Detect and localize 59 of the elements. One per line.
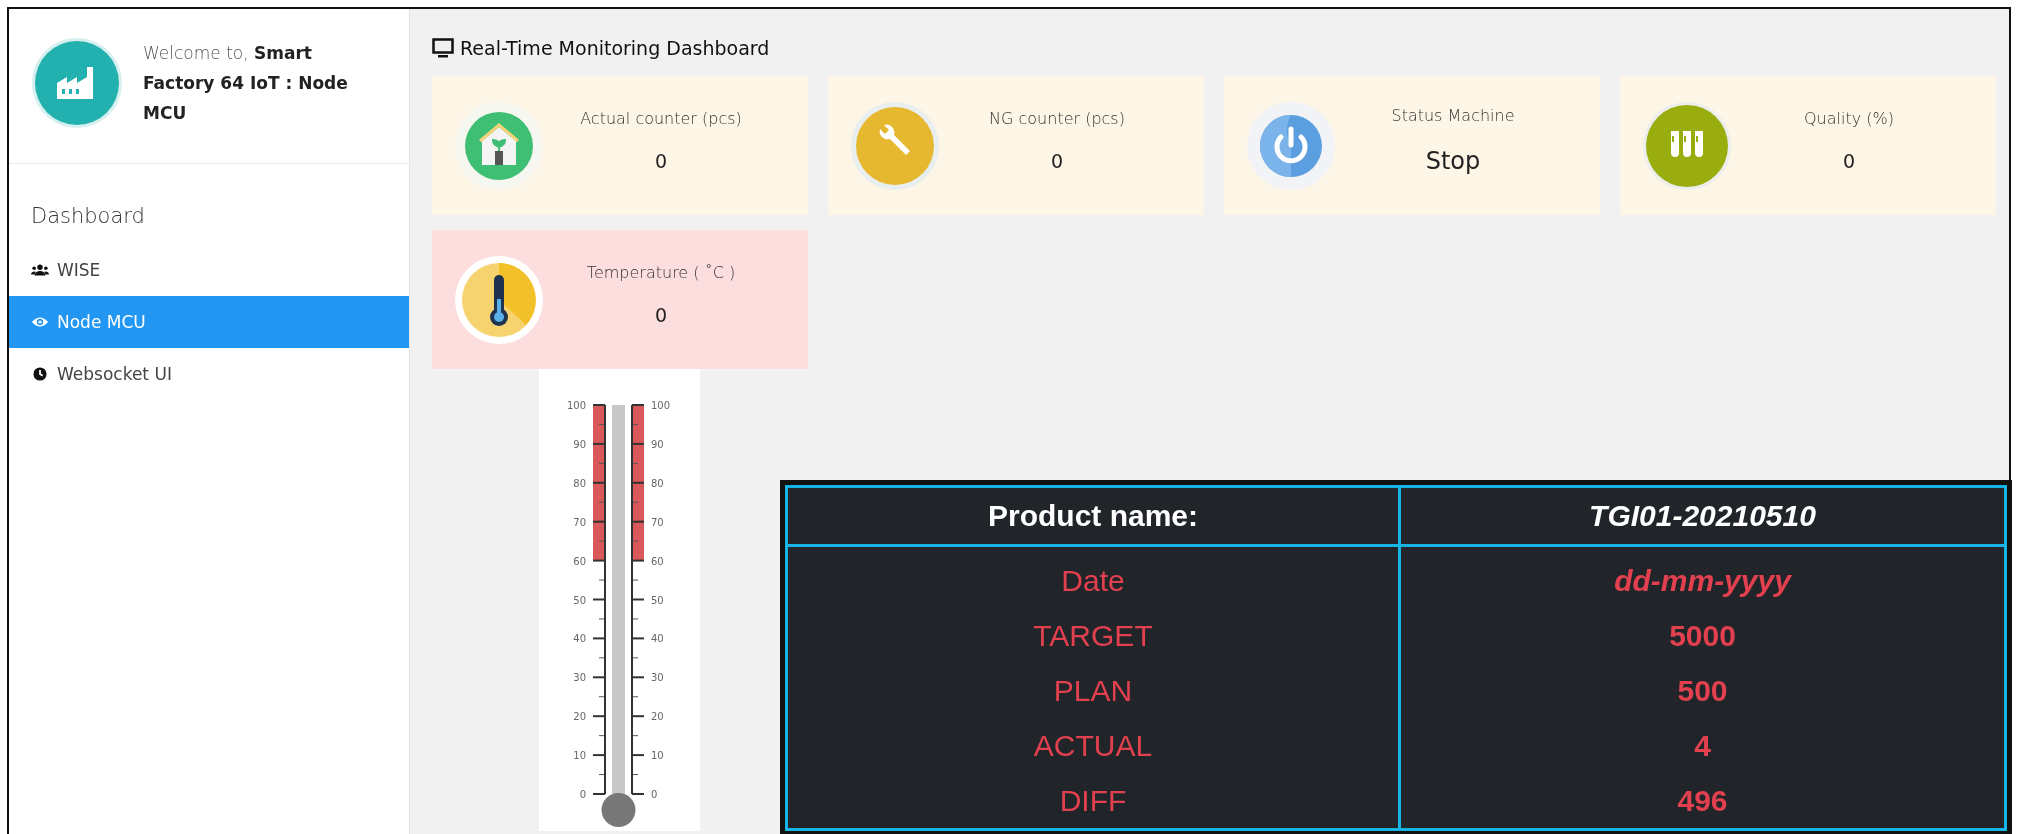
tick-label: 80 bbox=[651, 477, 664, 489]
row-value: 4 bbox=[1694, 728, 1711, 764]
tick-label: 10 bbox=[651, 750, 664, 762]
card-value: 0 bbox=[654, 150, 668, 172]
tick-label: 30 bbox=[651, 672, 664, 684]
row-label: ACTUAL bbox=[1033, 728, 1153, 764]
page-title: Real-Time Monitoring Dashboard bbox=[460, 37, 770, 59]
card-label: Quality (%) bbox=[1804, 109, 1894, 128]
test-tubes-icon bbox=[1643, 101, 1731, 190]
welcome-text: Welcome to, Smart Factory 64 IoT : Node MCU bbox=[143, 42, 349, 125]
tick-label: 0 bbox=[651, 789, 658, 800]
tick-label: 100 bbox=[566, 400, 586, 411]
tick-label: 90 bbox=[573, 438, 586, 450]
row-label: PLAN bbox=[1053, 673, 1133, 709]
row-value: dd-mm-yyyy bbox=[1614, 563, 1791, 599]
row-label: DIFF bbox=[1059, 783, 1127, 819]
table-header-cell-text: Product name: bbox=[987, 498, 1199, 534]
card-value: 0 bbox=[1842, 150, 1856, 172]
tick-label: 30 bbox=[573, 672, 586, 684]
tick-label: 10 bbox=[573, 750, 586, 762]
tick-label: 40 bbox=[651, 633, 664, 645]
power-icon bbox=[1247, 101, 1335, 190]
card-label: NG counter (pcs) bbox=[989, 109, 1125, 128]
tick-label: 40 bbox=[573, 633, 586, 645]
thermometer-icon bbox=[455, 255, 543, 344]
tick-label: 90 bbox=[651, 438, 664, 450]
greenhouse-icon bbox=[455, 101, 543, 190]
wrench-icon bbox=[851, 101, 939, 190]
tick-label: 20 bbox=[573, 711, 586, 723]
tick-label: 70 bbox=[573, 516, 586, 528]
factory-logo-icon bbox=[31, 37, 123, 129]
row-label: TARGET bbox=[1033, 618, 1153, 654]
sidebar-item[interactable]: Websocket UI bbox=[9, 348, 409, 400]
monitor-icon bbox=[432, 38, 454, 58]
sidebar-item[interactable]: WISE bbox=[9, 244, 409, 296]
tick-label: 60 bbox=[573, 555, 586, 567]
card-label: Temperature ( ˚C ) bbox=[586, 263, 736, 282]
row-value: 500 bbox=[1677, 673, 1728, 709]
tick-label: 50 bbox=[651, 594, 664, 606]
eye-icon bbox=[31, 315, 49, 329]
tick-label: 50 bbox=[573, 594, 586, 606]
tick-label: 0 bbox=[579, 789, 586, 800]
table-header-cell: TGI01-20210510 bbox=[1398, 488, 2004, 544]
section-heading: Dashboard bbox=[30, 203, 146, 230]
users-icon bbox=[31, 263, 49, 277]
tick-label: 80 bbox=[573, 477, 586, 489]
row-value: 496 bbox=[1677, 783, 1728, 819]
card-label: Status Machine bbox=[1391, 106, 1515, 125]
tick-label: 100 bbox=[651, 400, 671, 411]
row-value: 5000 bbox=[1669, 618, 1736, 654]
card-label: Actual counter (pcs) bbox=[580, 109, 742, 128]
card-value: Stop bbox=[1425, 147, 1481, 175]
row-label: Date bbox=[1061, 563, 1125, 599]
card-value: 0 bbox=[1050, 150, 1064, 172]
clock-icon bbox=[31, 367, 49, 381]
tick-label: 60 bbox=[651, 555, 664, 567]
tick-label: 20 bbox=[651, 711, 664, 723]
tick-label: 70 bbox=[651, 516, 664, 528]
card-value: 0 bbox=[654, 304, 668, 326]
